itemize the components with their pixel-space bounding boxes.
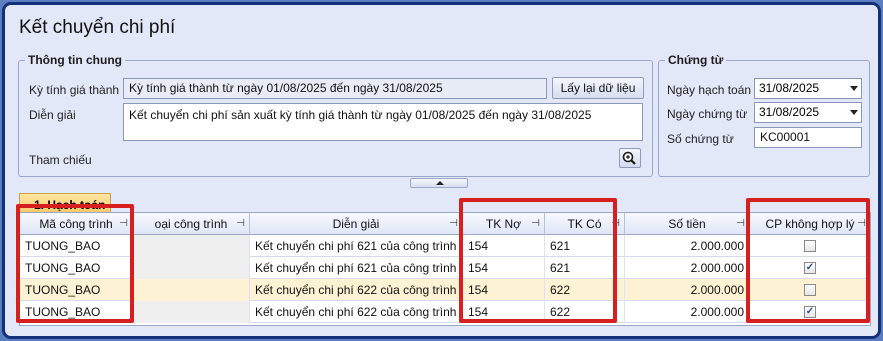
- cell-description[interactable]: Kết chuyển chi phí 622 của công trình T: [250, 301, 463, 323]
- pin-icon[interactable]: ⊣: [531, 213, 540, 235]
- posting-date-picker[interactable]: 31/08/2025: [754, 78, 862, 99]
- reference-label: Tham chiếu: [29, 153, 92, 167]
- voucher-legend: Chứng từ: [665, 53, 727, 67]
- cell-unreasonable: [750, 235, 870, 257]
- chevron-up-icon: [436, 181, 444, 185]
- column-header-amount[interactable]: Số tiền ⊣: [625, 213, 750, 235]
- column-header-type[interactable]: oại công trình ⊣: [133, 213, 250, 235]
- cell-amount[interactable]: 2.000.000: [625, 279, 750, 301]
- pin-icon[interactable]: ⊣: [611, 213, 620, 235]
- reference-search-button[interactable]: [619, 148, 641, 168]
- column-header-credit[interactable]: TK Có ⊣: [545, 213, 625, 235]
- grid-header: Mã công trình ⊣ oại công trình ⊣ Diễn giải…: [20, 213, 870, 235]
- cell-debit[interactable]: 154: [463, 301, 545, 323]
- accounting-grid: Mã công trình ⊣ oại công trình ⊣ Diễn giải…: [19, 212, 871, 326]
- tab-accounting[interactable]: 1. Hạch toán: [19, 193, 111, 213]
- cell-amount[interactable]: 2.000.000: [625, 235, 750, 257]
- table-row[interactable]: TUONG_BAO Kết chuyển chi phí 622 của côn…: [20, 301, 870, 323]
- posting-date-value: 31/08/2025: [759, 81, 820, 95]
- cell-unreasonable: [750, 279, 870, 301]
- voucher-date-picker[interactable]: 31/08/2025: [754, 102, 862, 123]
- cell-description[interactable]: Kết chuyển chi phí 621 của công trình T: [250, 257, 463, 279]
- chevron-down-icon[interactable]: [850, 110, 858, 115]
- voucher-no-field[interactable]: KC00001: [754, 127, 862, 148]
- table-row[interactable]: TUONG_BAO Kết chuyển chi phí 621 của côn…: [20, 257, 870, 279]
- column-header-unreasonable[interactable]: CP không hợp lý ⊣: [750, 213, 870, 235]
- pin-icon[interactable]: ⊣: [449, 213, 458, 235]
- cell-unreasonable: ✓: [750, 257, 870, 279]
- column-description-label: Diễn giải: [332, 217, 380, 231]
- column-header-debit[interactable]: TK Nợ ⊣: [463, 213, 545, 235]
- pin-icon[interactable]: ⊣: [119, 213, 128, 235]
- unreasonable-checkbox[interactable]: [804, 284, 816, 296]
- cell-code[interactable]: TUONG_BAO: [20, 235, 133, 257]
- period-field[interactable]: Kỳ tính giá thành từ ngày 01/08/2025 đến…: [123, 78, 547, 99]
- voucher-group: Chứng từ Ngày hạch toán 31/08/2025 Ngày …: [658, 53, 870, 177]
- column-credit-label: TK Có: [567, 217, 602, 231]
- cell-type[interactable]: [133, 235, 250, 257]
- period-label: Kỳ tính giá thành: [29, 83, 120, 97]
- pin-icon[interactable]: ⊣: [736, 213, 745, 235]
- column-amount-label: Số tiền: [668, 217, 706, 231]
- table-row[interactable]: TUONG_BAO Kết chuyển chi phí 621 của côn…: [20, 235, 870, 257]
- cell-code[interactable]: TUONG_BAO: [20, 301, 133, 323]
- table-row-selected[interactable]: TUONG_BAO Kết chuyển chi phí 622 của côn…: [20, 279, 870, 301]
- cell-amount[interactable]: 2.000.000: [625, 301, 750, 323]
- dialog-window: Kết chuyển chi phí Thông tin chung Kỳ tí…: [2, 2, 881, 339]
- cell-amount[interactable]: 2.000.000: [625, 257, 750, 279]
- cell-code[interactable]: TUONG_BAO: [20, 279, 133, 301]
- voucher-date-value: 31/08/2025: [759, 105, 820, 119]
- pin-icon[interactable]: ⊣: [236, 213, 245, 235]
- cell-credit[interactable]: 621: [545, 257, 625, 279]
- cell-debit[interactable]: 154: [463, 235, 545, 257]
- posting-date-label: Ngày hạch toán: [667, 83, 752, 97]
- unreasonable-checkbox[interactable]: [804, 240, 816, 252]
- column-type-label: oại công trình: [154, 217, 228, 231]
- unreasonable-checkbox[interactable]: ✓: [804, 306, 816, 318]
- cell-debit[interactable]: 154: [463, 279, 545, 301]
- voucher-date-label: Ngày chứng từ: [667, 107, 748, 121]
- column-unreasonable-label: CP không hợp lý: [765, 217, 855, 231]
- unreasonable-checkbox[interactable]: ✓: [804, 262, 816, 274]
- column-debit-label: TK Nợ: [485, 217, 522, 231]
- cell-credit[interactable]: 621: [545, 235, 625, 257]
- chevron-down-icon[interactable]: [850, 86, 858, 91]
- magnifier-icon: [622, 151, 636, 165]
- window-title: Kết chuyển chi phí: [19, 17, 176, 38]
- cell-description[interactable]: Kết chuyển chi phí 621 của công trình T: [250, 235, 463, 257]
- description-field[interactable]: Kết chuyển chi phí sản xuất kỳ tính giá …: [123, 103, 643, 141]
- column-header-code[interactable]: Mã công trình ⊣: [20, 213, 133, 235]
- general-info-group: Thông tin chung Kỳ tính giá thành Kỳ tín…: [18, 53, 653, 177]
- column-header-description[interactable]: Diễn giải ⊣: [250, 213, 463, 235]
- cell-type[interactable]: [133, 279, 250, 301]
- cell-type[interactable]: [133, 257, 250, 279]
- cell-unreasonable: ✓: [750, 301, 870, 323]
- cell-type[interactable]: [133, 301, 250, 323]
- cell-credit[interactable]: 622: [545, 301, 625, 323]
- voucher-no-label: Số chứng từ: [667, 132, 734, 146]
- cell-description[interactable]: Kết chuyển chi phí 622 của công trình T: [250, 279, 463, 301]
- reload-data-button[interactable]: Lấy lại dữ liệu: [552, 77, 644, 99]
- cell-code[interactable]: TUONG_BAO: [20, 257, 133, 279]
- cell-credit[interactable]: 622: [545, 279, 625, 301]
- description-label: Diễn giải: [29, 108, 76, 122]
- cell-debit[interactable]: 154: [463, 257, 545, 279]
- pin-icon[interactable]: ⊣: [857, 213, 866, 235]
- collapse-panel-button[interactable]: [410, 178, 468, 188]
- general-info-legend: Thông tin chung: [25, 53, 125, 67]
- column-code-label: Mã công trình: [39, 217, 113, 231]
